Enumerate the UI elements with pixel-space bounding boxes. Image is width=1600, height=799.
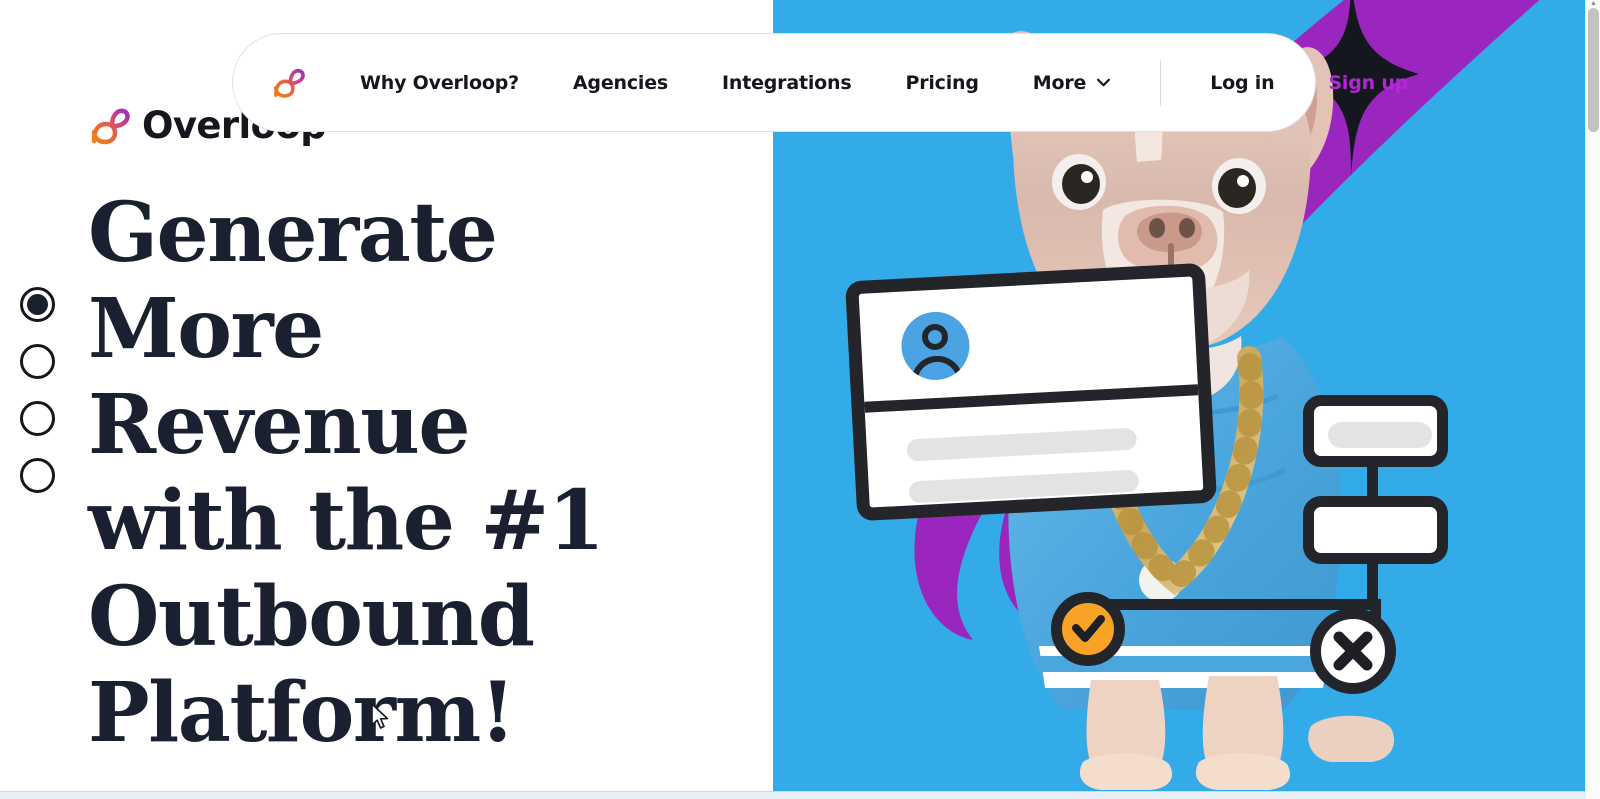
card-skeleton-line <box>906 427 1138 462</box>
card-skeleton-line <box>908 469 1140 504</box>
nav-link-label: Log in <box>1210 71 1275 94</box>
carousel-indicators <box>20 287 55 493</box>
person-avatar-icon <box>899 310 972 382</box>
scrollbar-thumb[interactable] <box>1588 8 1599 132</box>
hero-headline: Generate More Revenue with the #1 Outbou… <box>88 185 688 761</box>
scroll-up-arrow-icon[interactable]: ▲ <box>1586 0 1600 8</box>
nav-link-label: Pricing <box>905 71 979 94</box>
main-navigation-bar: Why Overloop? Agencies Integrations Pric… <box>232 33 1408 132</box>
headline-line-3: Revenue <box>88 377 471 473</box>
cross-glyph <box>1333 631 1373 671</box>
nav-primary-links: Why Overloop? Agencies Integrations Pric… <box>333 72 1138 94</box>
chevron-down-icon <box>1097 78 1111 87</box>
page-viewport: Overloop Generate More Revenue with the … <box>0 0 1585 799</box>
nav-link-sign-up[interactable]: Sign up <box>1301 72 1435 94</box>
nav-link-agencies[interactable]: Agencies <box>546 72 695 94</box>
avatar-head-shape <box>921 323 949 351</box>
nav-link-why-overloop[interactable]: Why Overloop? <box>333 72 546 94</box>
headline-line-2: More <box>88 281 324 377</box>
headline-line-5: Outbound <box>88 569 535 665</box>
carousel-dot-4[interactable] <box>20 458 55 493</box>
avatar-body-shape <box>910 354 965 382</box>
nav-link-integrations[interactable]: Integrations <box>695 72 878 94</box>
nav-link-label: Integrations <box>722 71 852 94</box>
check-badge-icon <box>1051 592 1125 666</box>
flow-node-with-text-placeholder <box>1303 395 1448 467</box>
headline-line-4: with the #1 <box>88 473 605 569</box>
nav-link-label: Sign up <box>1328 71 1409 94</box>
overloop-loop-icon[interactable] <box>271 66 305 100</box>
page-bottom-rule <box>0 791 1585 799</box>
headline-line-1: Generate <box>88 185 498 281</box>
carousel-dot-1[interactable] <box>20 287 55 322</box>
x-badge-icon <box>1310 608 1396 694</box>
nav-link-pricing[interactable]: Pricing <box>878 72 1005 94</box>
nav-link-log-in[interactable]: Log in <box>1183 72 1301 94</box>
flow-connector <box>1081 599 1381 610</box>
flow-node-empty <box>1303 496 1448 564</box>
nav-auth-links: Log in Sign up <box>1183 72 1435 94</box>
vertical-scrollbar[interactable]: ▲ <box>1585 0 1600 799</box>
checkmark-glyph <box>1072 615 1105 642</box>
carousel-dot-3[interactable] <box>20 401 55 436</box>
browser-page: Overloop Generate More Revenue with the … <box>0 0 1600 799</box>
nav-link-label: Why Overloop? <box>360 71 519 94</box>
card-divider <box>864 384 1199 413</box>
carousel-dot-2[interactable] <box>20 344 55 379</box>
headline-line-6: Platform! <box>88 665 516 761</box>
nav-divider <box>1160 59 1162 106</box>
nav-link-label: Agencies <box>572 71 669 94</box>
node-skeleton-line <box>1328 422 1432 448</box>
overloop-loop-icon <box>91 108 130 144</box>
nav-link-label: More <box>1032 71 1087 94</box>
contact-card-graphic <box>844 262 1218 522</box>
nav-link-more[interactable]: More <box>1006 72 1138 94</box>
